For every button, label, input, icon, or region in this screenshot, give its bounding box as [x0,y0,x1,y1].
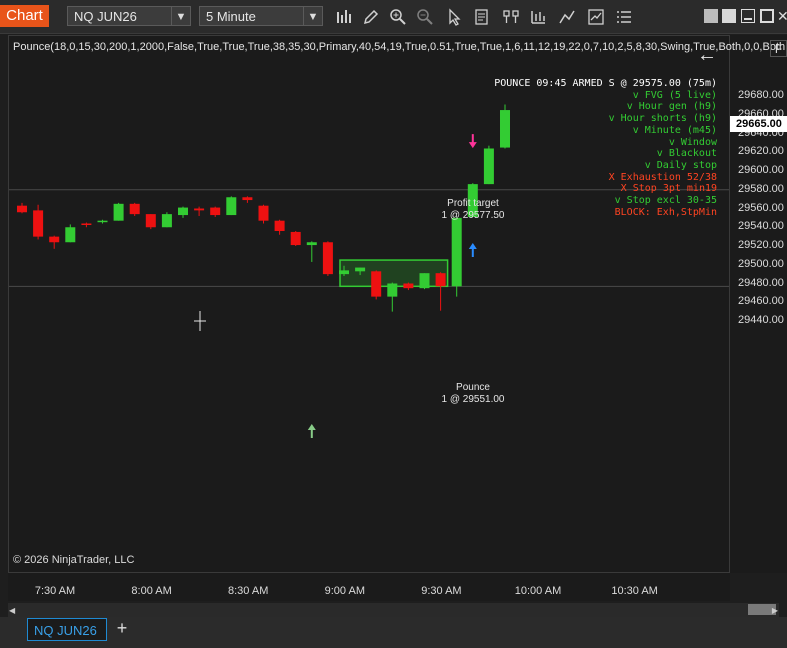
price-tick: 29600.00 [738,164,784,176]
timeframe-selector[interactable]: 5 Minute ▼ [199,6,323,26]
draw-pencil-icon[interactable] [362,8,380,26]
top-toolbar: Chart NQ JUN26 ▼ 5 Minute ▼ ✕ [0,0,787,34]
close-icon[interactable]: ✕ [777,9,787,23]
drawing-tools-icon[interactable] [558,8,576,26]
timeframe-value: 5 Minute [206,9,256,24]
price-tick: 29440.00 [738,314,784,326]
add-tab-button[interactable]: + [112,618,132,638]
time-tick: 10:00 AM [514,585,562,597]
pounce-detail: 1 @ 29551.00 [441,394,505,405]
chart-style-icon[interactable] [529,8,547,26]
status-line: v Hour gen (h9) [626,101,717,113]
price-tick: 29520.00 [738,239,784,251]
price-tick: 29480.00 [738,276,784,289]
status-line: v Window [668,136,717,148]
minimize-button[interactable] [722,9,736,23]
bars-icon[interactable] [335,8,353,26]
status-line: BLOCK: Exh,StpMin [614,206,717,218]
status-line: v Daily stop [644,159,717,171]
status-line: v Blackout [656,148,717,160]
price-tick: 29580.00 [738,182,784,195]
status-line: v Minute (m45) [632,124,717,136]
f-button[interactable]: F [770,40,787,57]
price-tick: 29540.00 [738,220,784,233]
status-line: X Stop 3pt min19 [620,183,717,195]
last-price-marker: 29665.00 [730,116,787,132]
strategies-icon[interactable] [587,8,605,26]
scroll-left-icon[interactable]: ◀ [9,606,15,615]
price-tick: 29500.00 [738,257,784,270]
data-box-icon[interactable] [473,8,491,26]
time-tick: 9:30 AM [421,585,462,597]
indicator-label: Pounce(18,0,15,30,200,1,2000,False,True,… [13,41,787,53]
profit-target-annotation: Profit target 1 @ 29577.50 [442,198,505,222]
pounce-title: Pounce [456,382,490,393]
status-line: v Hour shorts (h9) [608,113,717,125]
copyright: © 2026 NinjaTrader, LLC [13,554,135,566]
time-tick: 10:30 AM [611,585,658,597]
time-tick: 8:00 AM [131,585,172,597]
status-panel: POUNCE 09:45 ARMED S @ 29575.00 (75m) v F… [494,78,717,218]
price-tick: 29620.00 [738,145,784,158]
scroll-right-icon[interactable]: ▶ [772,606,778,615]
arrow-left-icon[interactable]: ← [697,44,717,67]
instrument-tab[interactable]: NQ JUN26 [27,618,107,641]
horizontal-scrollbar[interactable]: ◀ ▶ [8,603,779,617]
chart-tab[interactable]: Chart [0,5,49,27]
time-tick: 9:00 AM [324,585,365,597]
list-icon[interactable] [615,8,633,26]
chevron-down-icon[interactable]: ▼ [303,7,322,25]
status-line: v Stop excl 30-35 [614,195,717,207]
link-button[interactable] [704,9,718,23]
status-line: v FVG (5 live) [632,89,717,101]
pounce-annotation: Pounce 1 @ 29551.00 [442,382,505,406]
price-tick: 29680.00 [738,89,784,101]
status-line: POUNCE 09:45 ARMED S @ 29575.00 (75m) [494,78,717,89]
price-tick: 29460.00 [738,295,784,308]
price-tick: 29560.00 [738,201,784,214]
status-line: X Exhaustion 52/38 [608,171,717,183]
properties-icon[interactable] [502,8,520,26]
minimize-icon[interactable] [741,9,755,23]
chevron-down-icon[interactable]: ▼ [171,7,190,25]
time-tick: 7:30 AM [34,585,76,597]
time-tick: 8:30 AM [228,585,269,597]
pointer-icon[interactable] [446,8,464,26]
profit-target-title: Profit target [447,198,499,209]
instrument-selector[interactable]: NQ JUN26 ▼ [67,6,191,26]
profit-target-detail: 1 @ 29577.50 [441,210,505,221]
maximize-icon[interactable] [760,9,774,23]
instrument-value: NQ JUN26 [74,9,137,24]
zoom-in-icon[interactable] [389,8,407,26]
zoom-out-icon[interactable] [416,8,434,26]
